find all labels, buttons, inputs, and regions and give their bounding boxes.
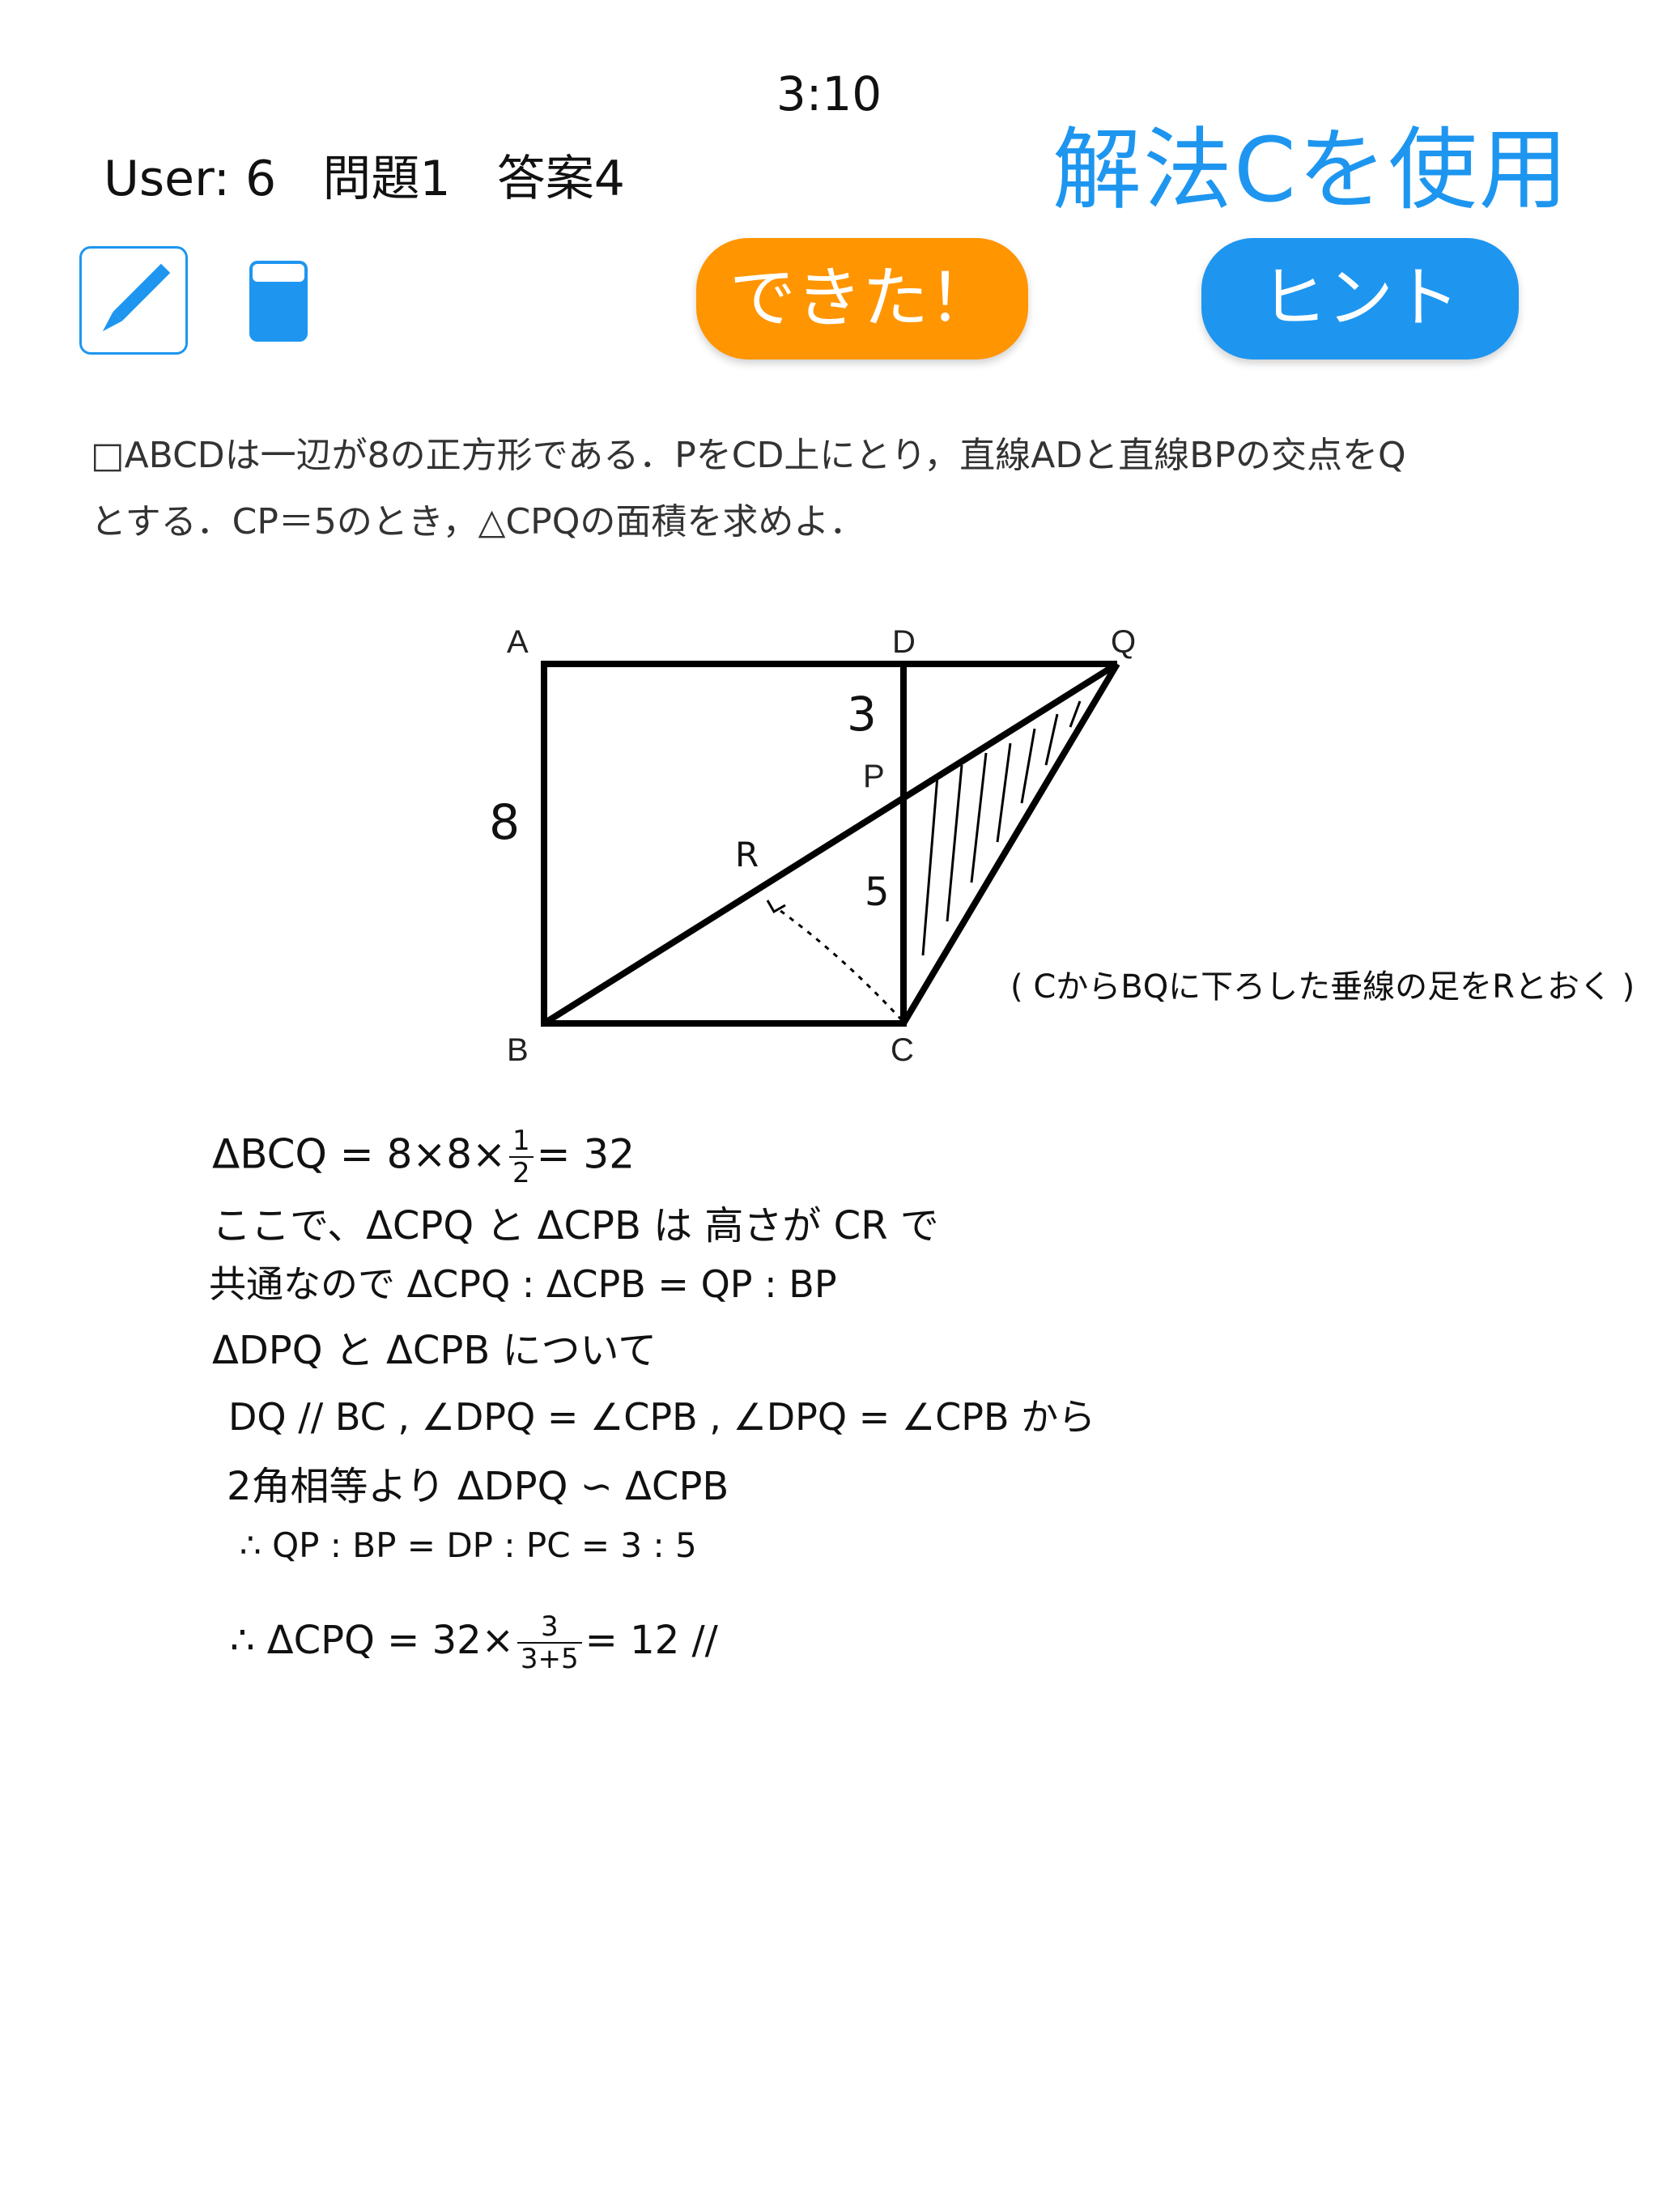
label-p: P xyxy=(863,759,885,794)
solution-line-8: ∴ ΔCPQ = 32× 3 3+5 = 12 // xyxy=(230,1610,718,1675)
label-q: Q xyxy=(1111,624,1136,660)
solution-line-2: ここで、ΔCPQ と ΔCPB は 高さが CR で xyxy=(212,1203,939,1249)
right-angle-mark xyxy=(766,900,786,914)
solution-line-7: ∴ QP : BP = DP : PC = 3 : 5 xyxy=(240,1525,697,1565)
label-b: B xyxy=(507,1032,529,1068)
solution-line-6: 2角相等より ΔDPQ ∽ ΔCPB xyxy=(227,1464,729,1509)
user-info: User: 6 問題1 答案4 xyxy=(104,151,625,207)
hint-button[interactable]: ヒント xyxy=(1201,238,1519,359)
solution-line-4: ΔDPQ と ΔCPB について xyxy=(212,1328,657,1373)
problem-statement: □ABCDは一辺が8の正方形である．PをCD上にとり，直線ADと直線BPの交点を… xyxy=(91,423,1596,555)
problem-line-2: とする．CP＝5のとき，△CPQの面積を求めよ． xyxy=(91,501,865,542)
method-label: 解法Cを使用 xyxy=(1052,118,1570,222)
eraser-tool-button[interactable] xyxy=(248,259,309,343)
perpendicular-note: ( CからBQに下ろした垂線の足をRとおく ) xyxy=(1010,968,1635,1006)
label-a: A xyxy=(507,624,529,660)
eraser-icon xyxy=(249,261,308,342)
hatching xyxy=(921,700,1082,956)
square-abcd xyxy=(541,661,907,1027)
solution-line-1: ΔBCQ = 8×8× 1 2 = 32 xyxy=(212,1125,636,1189)
problem-line-1: □ABCDは一辺が8の正方形である．PをCD上にとり，直線ADと直線BPの交点を… xyxy=(91,435,1406,476)
point-r-label: R xyxy=(735,835,759,874)
pencil-tool-button[interactable] xyxy=(79,246,188,355)
solution-line-3: 共通なので ΔCPQ : ΔCPB = QP : BP xyxy=(209,1262,837,1306)
solution-line-5: DQ // BC , ∠DPQ = ∠CPB , ∠DPQ = ∠CPB から xyxy=(228,1395,1096,1439)
side-length-label: 8 xyxy=(489,794,520,851)
perpendicular-cr xyxy=(776,907,903,1022)
label-c: C xyxy=(891,1032,914,1068)
label-d: D xyxy=(892,624,916,660)
pencil-icon xyxy=(102,263,171,332)
dp-length-label: 3 xyxy=(847,687,877,742)
segment-bq xyxy=(542,661,1120,1027)
segment-cq xyxy=(900,661,1120,1026)
done-button[interactable]: できた！ xyxy=(696,238,1028,359)
pc-length-label: 5 xyxy=(865,870,890,915)
